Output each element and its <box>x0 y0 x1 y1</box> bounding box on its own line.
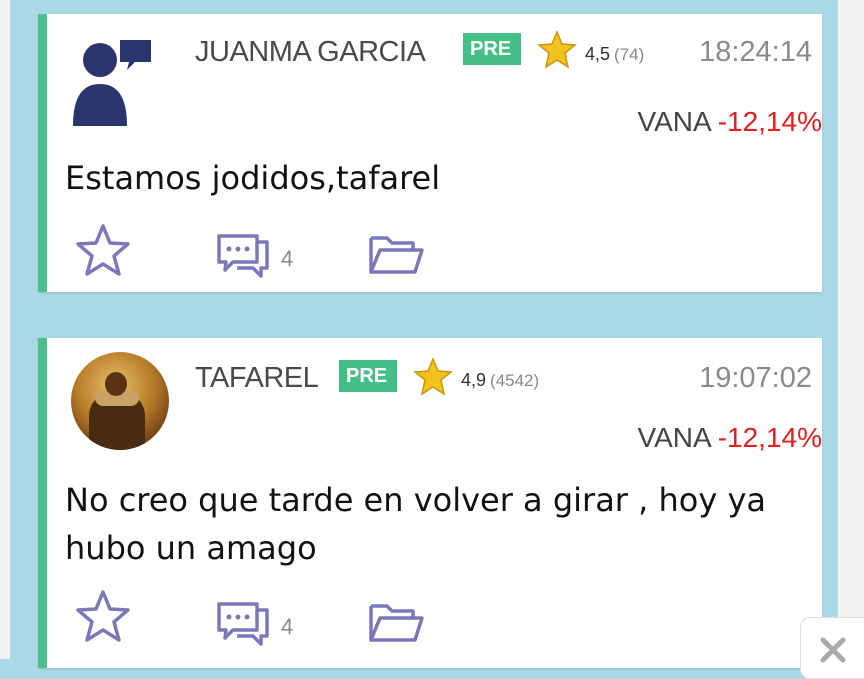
pre-badge: PRE <box>339 360 397 392</box>
pre-badge: PRE <box>463 33 521 65</box>
user-rating: 4,5 (74) <box>585 44 644 65</box>
star-outline-icon[interactable] <box>73 222 133 280</box>
folder-icon[interactable] <box>367 232 425 276</box>
star-filled-icon <box>537 30 577 69</box>
post-message: No creo que tarde en volver a girar , ho… <box>65 481 766 567</box>
page-edge-left <box>0 0 10 659</box>
ticker-change: -12,14% <box>717 422 822 453</box>
ticker-symbol: VANA <box>637 422 712 453</box>
ticker-tag[interactable]: VANA -12,14% <box>638 106 822 138</box>
speech-bubble-icon[interactable] <box>213 230 273 280</box>
default-avatar-icon[interactable] <box>65 30 165 130</box>
star-outline-icon[interactable] <box>73 588 133 646</box>
post-time: 19:07:02 <box>699 362 812 394</box>
user-avatar-photo[interactable] <box>71 352 169 450</box>
username[interactable]: TAFAREL <box>195 362 319 395</box>
comment-count: 4 <box>281 614 294 639</box>
ticker-tag[interactable]: VANA -12,14% <box>638 422 822 454</box>
post-card: TAFAREL PRE 4,9 (4542) 19:07:02 VANA -12,1… <box>38 338 822 668</box>
rating-count: (74) <box>614 45 645 64</box>
star-filled-icon <box>413 357 453 396</box>
username[interactable]: JUANMA GARCIA <box>195 36 426 69</box>
user-rating: 4,9 (4542) <box>461 370 539 391</box>
post-card: JUANMA GARCIA PRE 4,5 (74) 18:24:14 VANA -… <box>38 14 822 292</box>
rating-count: (4542) <box>490 371 540 390</box>
post-message: Estamos jodidos,tafarel <box>65 159 441 197</box>
ticker-change: -12,14% <box>717 106 822 137</box>
ticker-symbol: VANA <box>637 106 712 137</box>
page-edge-right <box>838 0 864 659</box>
rating-value: 4,9 <box>461 370 487 390</box>
post-time: 18:24:14 <box>699 36 812 68</box>
speech-bubble-icon[interactable] <box>213 598 273 648</box>
folder-icon[interactable] <box>367 600 425 644</box>
comment-count: 4 <box>281 246 294 271</box>
avatar-figure-head <box>105 372 127 396</box>
close-ad-button[interactable] <box>800 617 864 679</box>
rating-value: 4,5 <box>585 44 611 64</box>
close-icon <box>820 637 846 663</box>
